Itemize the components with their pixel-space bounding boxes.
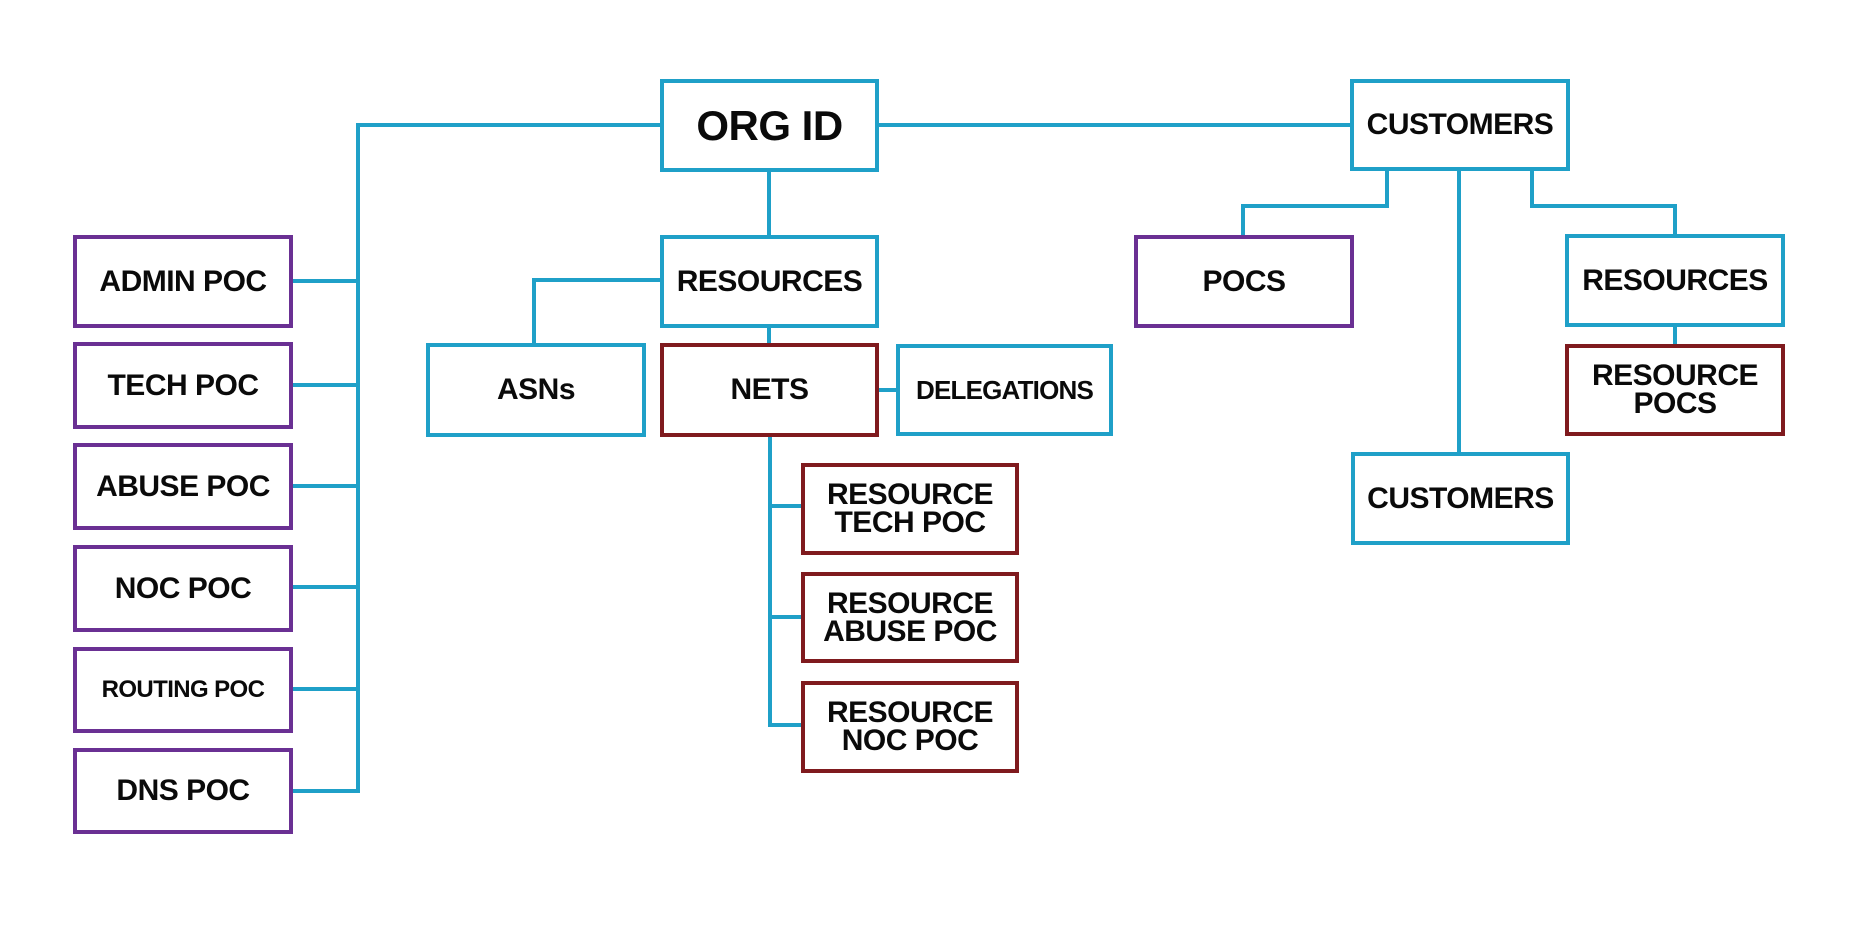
node-label: ORG ID [696,101,843,149]
connector-resources-to-asns-h [532,278,662,282]
connector-dns-poc [291,789,358,793]
node-asns[interactable]: ASNs [426,343,646,437]
connector-resources-to-nets [767,325,771,345]
node-label: RESOURCE TECH POC [826,478,994,539]
connector-abuse-poc [291,484,358,488]
connector-customers-to-pocs-v1 [1385,168,1389,208]
node-label: NETS [730,373,809,406]
node-sub-customers[interactable]: CUSTOMERS [1351,452,1570,545]
node-label: ABUSE POC [96,469,270,503]
node-tech-poc[interactable]: TECH POC [73,342,293,429]
node-label: TECH POC [107,368,259,402]
connector-routing-poc [291,687,358,691]
node-label: CUSTOMERS [1367,481,1554,515]
node-routing-poc[interactable]: ROUTING POC [73,647,293,733]
node-label: RESOURCE POCS [1591,359,1759,420]
node-resource-abuse-poc[interactable]: RESOURCE ABUSE POC [801,572,1019,663]
connector-org-to-customers [876,123,1352,127]
node-customers[interactable]: CUSTOMERS [1350,79,1570,171]
connector-resource-abuse-poc [768,615,803,619]
poc-spine [356,123,360,793]
connector-customers-to-subcustomers [1457,168,1461,454]
node-dns-poc[interactable]: DNS POC [73,748,293,834]
connector-tech-poc [291,383,358,387]
node-label: DNS POC [116,774,250,807]
node-resource-noc-poc[interactable]: RESOURCE NOC POC [801,681,1019,773]
node-nets[interactable]: NETS [660,343,879,437]
node-label: POCS [1202,264,1286,298]
node-delegations[interactable]: DELEGATIONS [896,344,1113,436]
connector-org-to-poc-spine [356,123,662,127]
connector-admin-poc [291,279,358,283]
connector-noc-poc [291,585,358,589]
connector-customers-to-pocs-v2 [1241,204,1245,237]
node-label: CUSTOMERS [1366,108,1554,141]
node-resource-tech-poc[interactable]: RESOURCE TECH POC [801,463,1019,555]
node-label: RESOURCE NOC POC [826,696,994,757]
org-structure-diagram: ORG ID ADMIN POC TECH POC ABUSE POC NOC … [0,0,1860,931]
node-label: RESOURCES [676,264,863,298]
node-label: ROUTING POC [101,676,265,703]
connector-org-to-resources [767,169,771,237]
node-label: DELEGATIONS [915,375,1094,405]
node-customer-pocs[interactable]: POCS [1134,235,1354,328]
connector-resources-to-resource-pocs [1673,324,1677,346]
connector-resource-tech-poc [768,504,803,508]
connector-resource-noc-poc [768,723,803,727]
node-customer-resource-pocs[interactable]: RESOURCE POCS [1565,344,1785,436]
connector-customers-to-pocs-h [1241,204,1389,208]
node-label: ADMIN POC [99,264,267,298]
connector-nets-to-delegations [876,388,898,392]
node-customer-resources[interactable]: RESOURCES [1565,234,1785,327]
node-org-id[interactable]: ORG ID [660,79,879,172]
connector-customers-to-resources-v2 [1673,204,1677,236]
node-label: RESOURCE ABUSE POC [823,586,997,648]
connector-resources-to-asns-v [532,278,536,345]
node-abuse-poc[interactable]: ABUSE POC [73,443,293,530]
node-resources[interactable]: RESOURCES [660,235,879,328]
node-label: RESOURCES [1582,263,1768,297]
connector-customers-to-resources-h [1530,204,1677,208]
node-label: NOC POC [114,571,252,605]
node-admin-poc[interactable]: ADMIN POC [73,235,293,328]
node-label: ASNs [496,373,576,406]
connector-customers-to-resources-v1 [1530,168,1534,208]
connector-nets-spine [768,434,772,727]
node-noc-poc[interactable]: NOC POC [73,545,293,632]
